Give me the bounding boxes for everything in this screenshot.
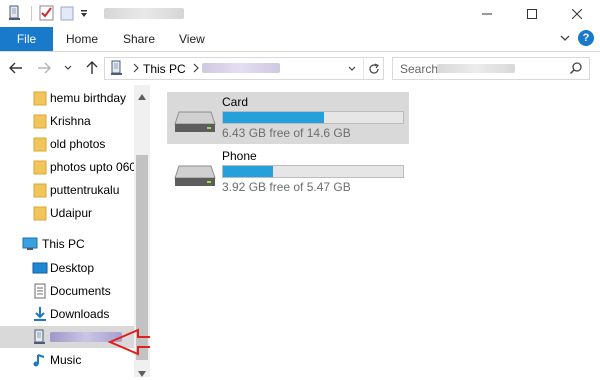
sidebar-item-label: hemu birthday <box>50 91 127 105</box>
scroll-up-icon[interactable] <box>138 89 146 100</box>
music-icon <box>32 352 48 368</box>
help-icon[interactable]: ? <box>578 30 594 46</box>
documents-icon <box>32 283 48 299</box>
sidebar-item-old-photos[interactable]: old photos <box>0 133 134 155</box>
tab-share[interactable]: Share <box>123 27 155 51</box>
search-box[interactable]: Search <box>392 57 590 80</box>
sidebar-item-desktop[interactable]: Desktop <box>0 257 134 279</box>
content-pane: Card 6.43 GB free of 14.6 GB Phone 3.92 … <box>150 85 600 377</box>
sidebar-item-downloads[interactable]: Downloads <box>0 303 134 325</box>
search-placeholder: Search <box>400 62 439 76</box>
sidebar-item-photos-upto[interactable]: photos upto 060 <box>0 156 137 178</box>
refresh-icon[interactable] <box>363 58 384 79</box>
properties-check-icon[interactable] <box>39 5 54 21</box>
address-history-icon[interactable] <box>343 58 361 79</box>
device-icon <box>32 329 48 345</box>
search-scope-redacted <box>437 64 515 73</box>
scroll-down-icon[interactable] <box>138 366 146 377</box>
breadcrumb-device-redacted[interactable] <box>202 63 280 73</box>
this-pc-icon[interactable] <box>7 5 23 21</box>
drive-name: Card <box>222 95 249 109</box>
capacity-fill <box>223 112 324 123</box>
minimize-icon[interactable] <box>464 0 510 27</box>
forward-arrow-icon[interactable] <box>36 60 52 76</box>
recent-locations-icon[interactable] <box>62 60 74 76</box>
back-arrow-icon[interactable] <box>8 60 24 76</box>
folder-icon <box>32 136 48 152</box>
window-title-redacted <box>104 8 184 19</box>
folder-icon <box>32 159 48 175</box>
sidebar-item-label: Desktop <box>50 261 95 275</box>
sidebar-item-label: old photos <box>50 137 106 151</box>
sidebar-item-label: Krishna <box>50 114 91 128</box>
sidebar-item-this-pc[interactable]: This PC <box>0 233 134 255</box>
drive-phone[interactable]: Phone 3.92 GB free of 5.47 GB <box>167 146 409 198</box>
toolbar-divider <box>31 6 32 21</box>
this-pc-icon <box>109 60 125 76</box>
this-pc-icon <box>22 236 38 252</box>
capacity-bar <box>222 165 404 178</box>
sidebar-item-label: Music <box>50 353 82 367</box>
chevron-right-icon[interactable] <box>192 61 200 75</box>
drive-name: Phone <box>222 149 257 163</box>
folder-icon <box>32 90 48 106</box>
sidebar-item-label: This PC <box>42 237 85 251</box>
navigation-bar: This PC Search <box>0 52 600 84</box>
capacity-fill <box>223 166 274 177</box>
expand-ribbon-icon[interactable] <box>558 31 572 45</box>
folder-icon <box>32 205 48 221</box>
drive-card[interactable]: Card 6.43 GB free of 14.6 GB <box>167 92 409 144</box>
sidebar-item-krishna[interactable]: Krishna <box>0 110 134 132</box>
breadcrumb-this-pc[interactable]: This PC <box>143 62 186 76</box>
sidebar-item-label: Udaipur <box>50 206 93 220</box>
sidebar-item-label: puttentrukalu <box>50 183 120 197</box>
search-icon[interactable] <box>569 61 583 75</box>
capacity-bar <box>222 111 404 124</box>
sidebar-item-hemu-birthday[interactable]: hemu birthday <box>0 87 134 109</box>
customize-dropdown-icon[interactable] <box>79 5 89 21</box>
sidebar-item-label: photos upto 060 <box>50 160 137 174</box>
sidebar-item-label: Documents <box>50 284 111 298</box>
new-folder-icon[interactable] <box>60 5 74 21</box>
address-bar[interactable]: This PC <box>104 57 384 80</box>
title-bar <box>0 0 600 27</box>
folder-icon <box>32 113 48 129</box>
tab-home[interactable]: Home <box>66 27 98 51</box>
downloads-icon <box>32 306 48 322</box>
tab-view[interactable]: View <box>179 27 205 51</box>
drive-icon <box>173 108 217 134</box>
sidebar-item-puttentrukalu[interactable]: puttentrukalu <box>0 179 134 201</box>
drive-free-space: 6.43 GB free of 14.6 GB <box>222 126 351 140</box>
tab-file[interactable]: File <box>0 27 53 51</box>
drive-icon <box>173 162 217 188</box>
sidebar-item-udaipur[interactable]: Udaipur <box>0 202 134 224</box>
folder-icon <box>32 182 48 198</box>
sidebar-item-documents[interactable]: Documents <box>0 280 134 302</box>
drive-free-space: 3.92 GB free of 5.47 GB <box>222 180 351 194</box>
chevron-right-icon[interactable] <box>132 61 140 75</box>
ribbon-tabs: File Home Share View ? <box>0 27 600 52</box>
close-icon[interactable] <box>554 0 600 27</box>
maximize-icon[interactable] <box>509 0 555 27</box>
desktop-icon <box>32 260 48 276</box>
sidebar-item-label: Downloads <box>50 307 110 321</box>
up-arrow-icon[interactable] <box>84 60 100 76</box>
